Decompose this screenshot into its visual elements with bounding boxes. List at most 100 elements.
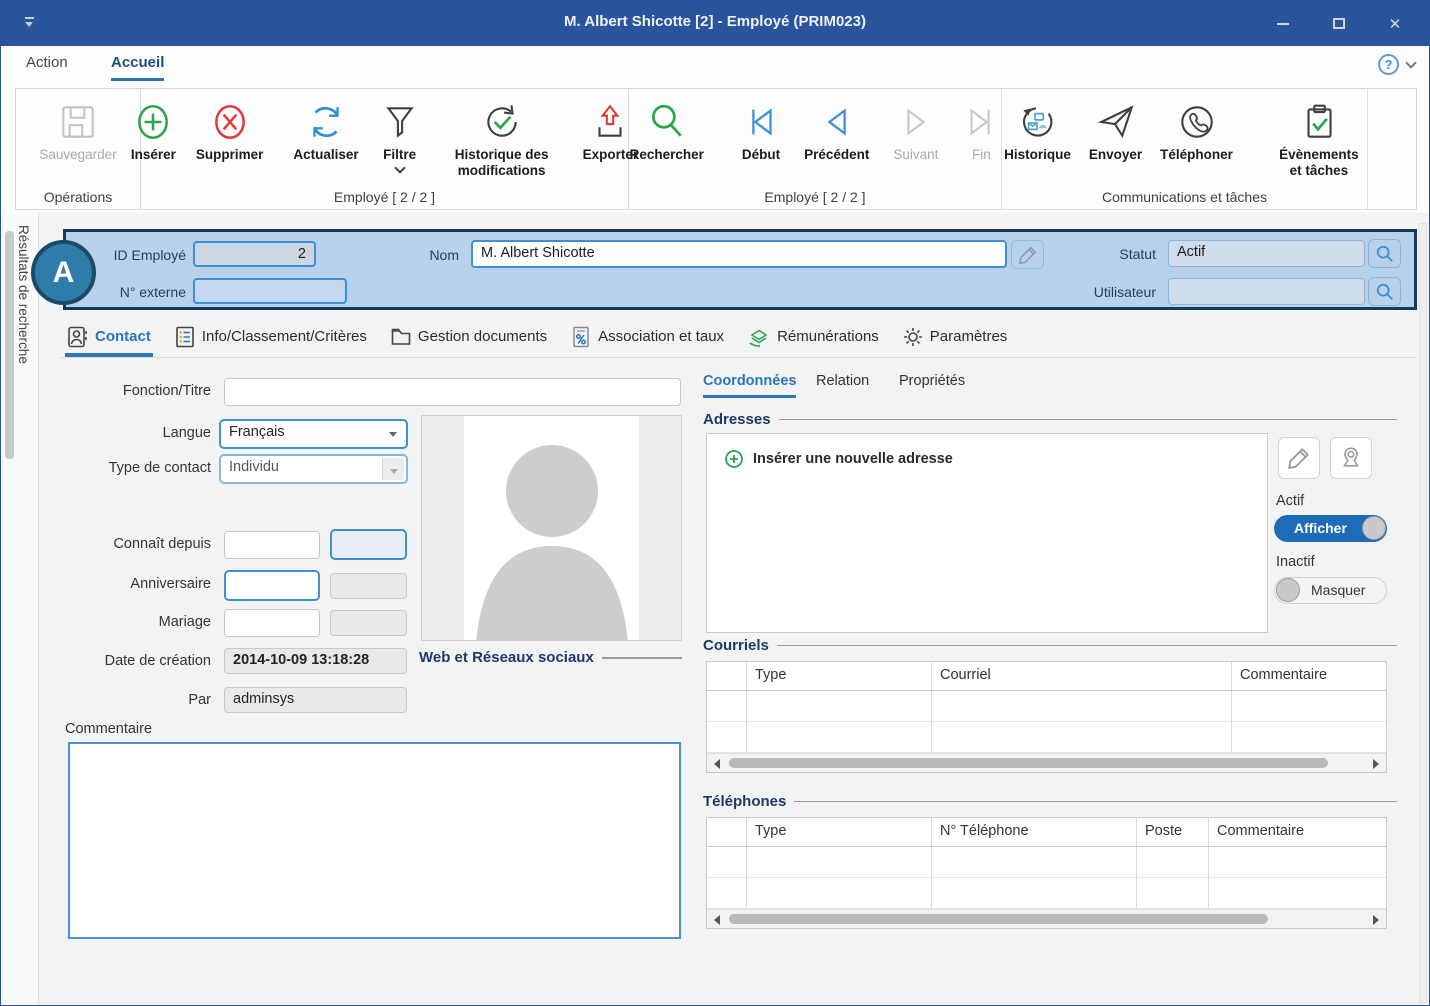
date-creation-label: Date de création	[61, 653, 211, 669]
refresh-button[interactable]: Actualiser	[288, 95, 363, 165]
insert-address-button[interactable]: Insérer une nouvelle adresse	[707, 434, 1267, 469]
ribbon-group-label: Employé [ 2 / 2 ]	[141, 189, 628, 205]
statut-field[interactable]: Actif	[1168, 240, 1365, 267]
edit-address-button[interactable]	[1278, 437, 1320, 479]
send-button[interactable]: Envoyer	[1084, 95, 1147, 165]
column-header-type[interactable]: Type	[747, 662, 932, 690]
table-row[interactable]	[707, 847, 1386, 878]
phone-button[interactable]: Téléphoner	[1155, 95, 1238, 165]
mariage-field[interactable]	[224, 609, 320, 637]
filter-button[interactable]: Filtre	[374, 95, 426, 174]
ribbon-group-label: Opérations	[16, 189, 140, 205]
connait-depuis-field[interactable]	[224, 531, 320, 559]
tab-association-taux[interactable]: Association et taux	[568, 318, 726, 357]
employee-photo-placeholder[interactable]	[421, 415, 682, 641]
vertical-scrollbar[interactable]	[1419, 223, 1427, 1003]
scrollbar-thumb[interactable]	[729, 914, 1268, 924]
fonction-titre-field[interactable]	[224, 378, 681, 406]
tab-gestion-documents[interactable]: Gestion documents	[388, 318, 549, 357]
ribbon-group-employe-nav: Rechercher Début	[629, 89, 1002, 209]
send-icon	[1095, 97, 1137, 147]
inactif-toggle[interactable]: Masquer	[1274, 577, 1387, 604]
scrollbar-thumb[interactable]	[729, 758, 1328, 768]
tab-coordonnees[interactable]: Coordonnées	[703, 373, 796, 398]
insert-button[interactable]: Insérer	[126, 95, 181, 165]
application-window: M. Albert Shicotte [2] - Employé (PRIM02…	[0, 0, 1430, 1006]
table-header-row: Type Courriel Commentaire	[707, 662, 1386, 691]
dropdown-caret-box	[382, 458, 404, 480]
communications-history-icon	[1016, 97, 1058, 147]
nav-prev-icon	[818, 97, 856, 147]
horizontal-scrollbar[interactable]	[707, 909, 1386, 928]
panel-drag-handle[interactable]	[5, 231, 14, 459]
web-social-section-header: Web et Réseaux sociaux	[419, 649, 682, 666]
minimize-button[interactable]	[1255, 1, 1311, 46]
numero-externe-field[interactable]	[193, 278, 347, 304]
scroll-left-arrow[interactable]	[714, 915, 720, 925]
record-tab-bar: Contact Info/Classement/Critères Gestion…	[61, 318, 1417, 358]
tab-parametres[interactable]: Paramètres	[900, 318, 1010, 357]
tab-accueil[interactable]: Accueil	[111, 54, 164, 81]
save-button[interactable]: Sauvegarder	[34, 95, 121, 165]
close-button[interactable]: ✕	[1367, 1, 1423, 46]
column-header-courriel[interactable]: Courriel	[932, 662, 1232, 690]
connait-depuis-age-field[interactable]	[330, 529, 407, 560]
table-row[interactable]	[707, 722, 1386, 753]
column-header-commentaire[interactable]: Commentaire	[1232, 662, 1386, 690]
tab-action[interactable]: Action	[26, 54, 68, 78]
ribbon-group-employe-edit: Insérer Supprimer	[141, 89, 629, 209]
langue-select[interactable]: Français	[219, 419, 408, 449]
history-check-icon	[481, 97, 523, 147]
nom-field[interactable]: M. Albert Shicotte	[471, 240, 1007, 268]
ribbon: Sauvegarder Opérations Insérer	[1, 85, 1429, 213]
chevron-down-icon[interactable]	[1405, 57, 1416, 68]
tab-contact[interactable]: Contact	[65, 318, 153, 357]
map-address-button[interactable]	[1330, 437, 1372, 479]
app-menu-icon[interactable]	[23, 15, 37, 29]
type-contact-select[interactable]: Individu	[219, 454, 408, 484]
anniversaire-field[interactable]	[224, 570, 320, 601]
statut-lookup-button[interactable]	[1368, 239, 1401, 268]
column-header-commentaire[interactable]: Commentaire	[1209, 818, 1386, 846]
nav-previous-button[interactable]: Précédent	[799, 95, 874, 165]
id-employe-field[interactable]: 2	[193, 241, 316, 267]
column-header-poste[interactable]: Poste	[1137, 818, 1209, 846]
langue-label: Langue	[61, 425, 211, 441]
search-button[interactable]: Rechercher	[625, 95, 709, 165]
nav-next-button[interactable]: Suivant	[888, 95, 943, 165]
delete-button[interactable]: Supprimer	[191, 95, 269, 165]
maximize-button[interactable]	[1311, 1, 1367, 46]
commentaire-textarea[interactable]	[68, 742, 681, 939]
scroll-right-arrow[interactable]	[1373, 915, 1379, 925]
search-icon	[1375, 282, 1395, 302]
column-header-type[interactable]: Type	[747, 818, 932, 846]
scroll-left-arrow[interactable]	[714, 759, 720, 769]
communications-history-button[interactable]: Historique	[999, 95, 1076, 165]
tab-info-classement-criteres[interactable]: Info/Classement/Critères	[172, 318, 369, 357]
edit-name-button[interactable]	[1011, 240, 1044, 269]
adresses-section-header: Adresses	[703, 411, 1397, 428]
folder-icon	[390, 326, 412, 348]
events-tasks-button[interactable]: Évènements et tâches	[1268, 95, 1370, 181]
nav-next-icon	[897, 97, 935, 147]
tab-proprietes[interactable]: Propriétés	[899, 373, 965, 395]
scroll-right-arrow[interactable]	[1373, 759, 1379, 769]
utilisateur-field[interactable]	[1168, 278, 1365, 305]
actif-toggle[interactable]: Afficher	[1274, 515, 1387, 542]
column-header-numero[interactable]: N° Téléphone	[932, 818, 1137, 846]
refresh-icon	[305, 97, 347, 147]
search-results-panel[interactable]: Résultats de recherche	[1, 213, 39, 1006]
numero-externe-label: N° externe	[101, 284, 186, 300]
help-icon[interactable]: ?	[1378, 54, 1399, 75]
table-row[interactable]	[707, 878, 1386, 909]
utilisateur-lookup-button[interactable]	[1368, 277, 1401, 306]
mariage-label: Mariage	[61, 614, 211, 630]
history-modifications-button[interactable]: Historique des modifications	[436, 95, 568, 181]
tab-remunerations[interactable]: Rémunérations	[745, 318, 881, 357]
horizontal-scrollbar[interactable]	[707, 753, 1386, 772]
annotation-balloon-a: A	[31, 240, 96, 305]
tab-relation[interactable]: Relation	[816, 373, 869, 395]
nom-label: Nom	[419, 247, 459, 263]
table-row[interactable]	[707, 691, 1386, 722]
nav-first-button[interactable]: Début	[737, 95, 785, 165]
